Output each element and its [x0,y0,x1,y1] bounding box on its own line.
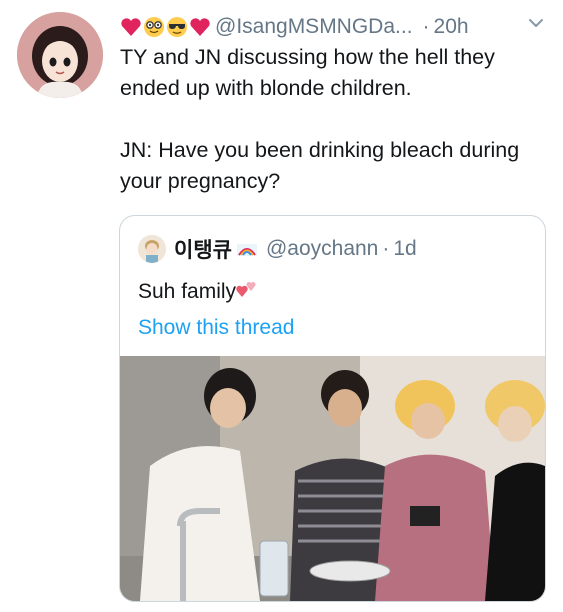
red-heart-icon [120,16,142,38]
tweet-header: @IsangMSMNGDa... · 20h [120,12,469,42]
chevron-down-icon[interactable] [527,14,545,32]
quoted-tweet-card[interactable]: 이탱큐 @aoychann · 1d Suh family Show this … [119,215,546,602]
quoted-author-handle[interactable]: @aoychann [266,237,378,261]
quoted-tweet-text-content: Suh family [138,280,237,303]
quoted-tweet-header: 이탱큐 @aoychann · 1d [138,234,417,264]
display-name-emojis [120,16,211,38]
quoted-author-avatar[interactable] [138,235,166,263]
quoted-timestamp[interactable]: 1d [393,237,416,261]
rainbow-icon [236,240,258,258]
tweet-timestamp[interactable]: 20h [434,15,469,39]
sunglasses-face-icon [166,16,188,38]
author-handle[interactable]: @IsangMSMNGDa... [215,15,413,39]
separator-dot: · [382,237,390,260]
show-thread-link[interactable]: Show this thread [138,316,294,340]
nerd-face-icon [143,16,165,38]
red-heart-icon [189,16,211,38]
quoted-tweet-text: Suh family [138,280,258,304]
quoted-author-name[interactable]: 이탱큐 [174,234,232,264]
quoted-media-image[interactable] [120,356,545,601]
separator-dot: · [422,15,430,38]
two-hearts-icon [236,281,258,301]
tweet-text: TY and JN discussing how the hell they e… [120,45,520,193]
author-avatar[interactable] [17,12,103,98]
